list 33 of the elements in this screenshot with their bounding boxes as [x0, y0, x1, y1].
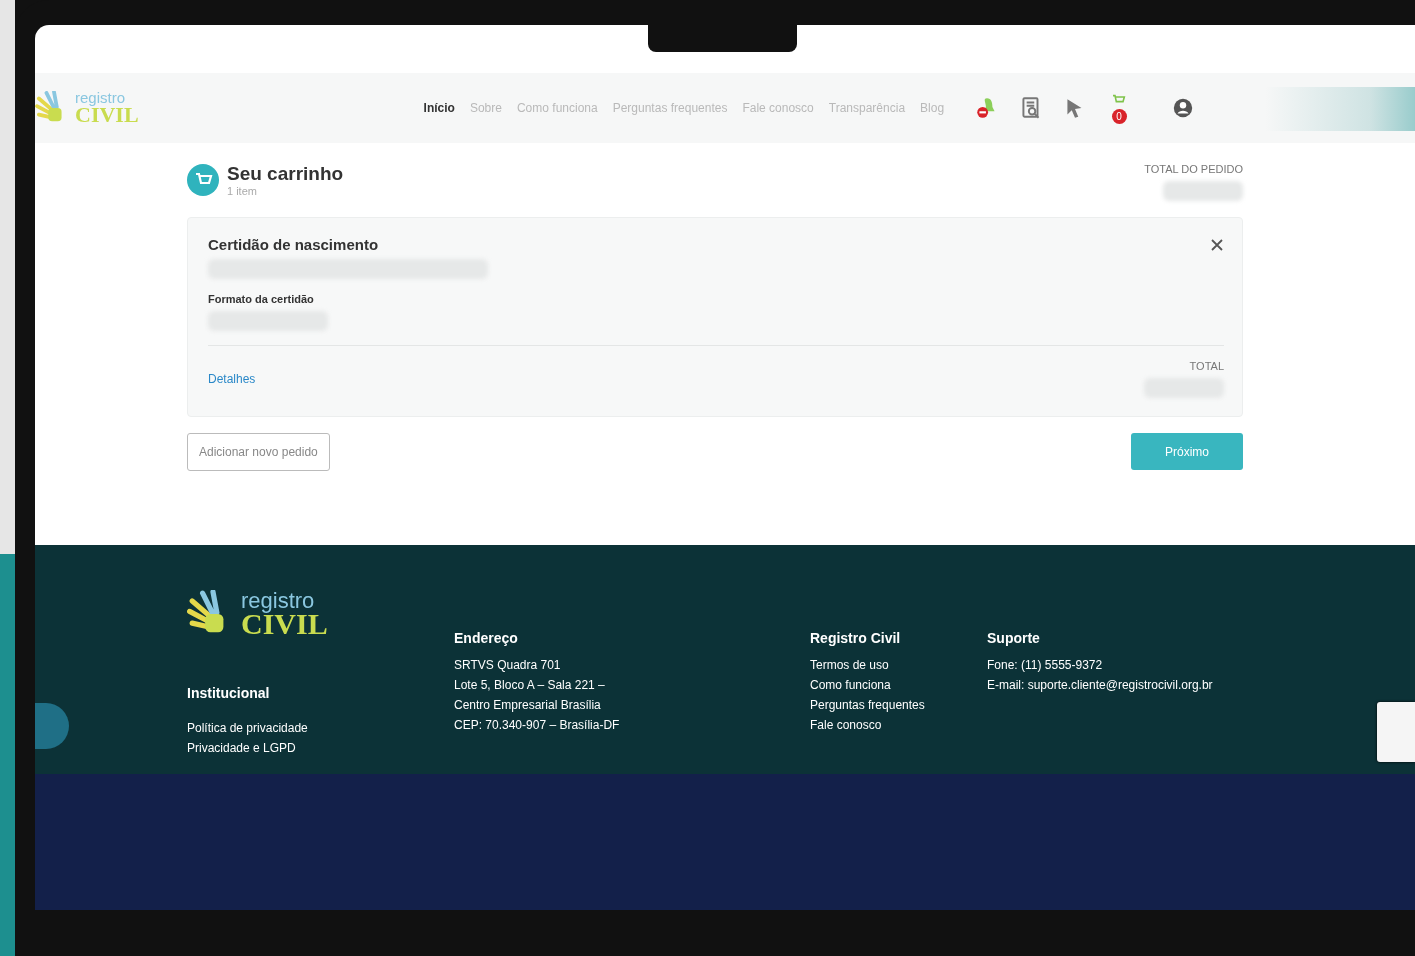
- footer-link[interactable]: Política de privacidade: [187, 721, 454, 735]
- total-label: TOTAL: [1189, 360, 1224, 372]
- cart-title: Seu carrinho: [227, 163, 344, 185]
- logo-text: CIVIL: [75, 104, 139, 125]
- footer-link[interactable]: Perguntas frequentes: [810, 698, 987, 712]
- footer-heading: Registro Civil: [810, 630, 902, 646]
- item-count: 1 item: [227, 185, 258, 197]
- logo-text: registro: [75, 91, 126, 105]
- footer-heading: Endereço: [454, 630, 519, 646]
- user-icon[interactable]: [1172, 97, 1195, 119]
- add-order-button[interactable]: Adicionar novo pedido: [187, 433, 330, 471]
- footer-info: Fone: (11) 5555-9372: [987, 658, 1104, 672]
- next-button[interactable]: Próximo: [1131, 433, 1243, 470]
- footer-heading: Institucional: [187, 685, 271, 701]
- close-icon[interactable]: [1210, 237, 1224, 252]
- footer-link[interactable]: Termos de uso: [810, 658, 987, 672]
- footer-info: E-mail: suporte.cliente@registrocivil.org.br: [987, 678, 1213, 692]
- cart-icon: [187, 164, 219, 196]
- footer-info: Centro Empresarial Brasília: [454, 698, 602, 712]
- footer-heading: Suporte: [987, 630, 1041, 646]
- footer-info: SRTVS Quadra 701: [454, 658, 562, 672]
- footer-link[interactable]: Privacidade e LGPD: [187, 741, 454, 755]
- footer-info: Lote 5, Bloco A – Sala 221 –: [454, 678, 606, 692]
- logo-text: registro: [241, 590, 315, 611]
- cart-count-badge: 0: [1111, 108, 1127, 124]
- details-link[interactable]: Detalhes: [208, 372, 256, 386]
- footer-info: CEP: 70.340-907 – Brasília-DF: [454, 718, 621, 732]
- footer-link[interactable]: Fale conosco: [810, 718, 987, 732]
- footer-link[interactable]: Como funciona: [810, 678, 987, 692]
- order-total-label: TOTAL DO PEDIDO: [1144, 163, 1243, 175]
- format-label: Formato da certidão: [208, 293, 314, 305]
- nav-link[interactable]: Início: [423, 101, 455, 115]
- item-name: Certidão de nascimento: [208, 236, 379, 253]
